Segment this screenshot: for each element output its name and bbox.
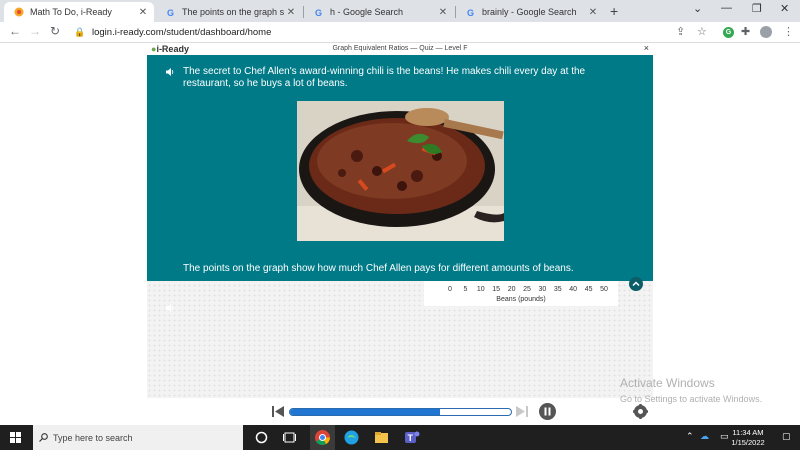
x-tick-label: 15 — [492, 286, 501, 293]
reload-icon[interactable]: ↻ — [50, 24, 60, 38]
x-tick-label: 0 — [448, 286, 452, 293]
progress-bar — [289, 408, 512, 416]
grammarly-extension-icon[interactable]: G — [723, 27, 734, 38]
google-icon: G — [167, 8, 174, 17]
tab-title: Math To Do, i-Ready — [30, 7, 112, 17]
quiz-close-button[interactable]: × — [644, 43, 649, 53]
x-tick-label: 35 — [553, 286, 562, 293]
windows-taskbar: Type here to search T ⌃ ☁ ▭ 11:34 AM 1/1… — [0, 425, 800, 450]
clock-date: 1/15/2022 — [731, 438, 765, 447]
tab-search-icon[interactable]: ⌄ — [693, 2, 702, 15]
browser-tab-strip: Math To Do, i-Ready ✕ G The points on th… — [0, 0, 800, 22]
close-icon[interactable]: ✕ — [436, 7, 450, 18]
chevron-up-icon[interactable] — [629, 277, 643, 291]
url-text: login.i-ready.com/student/dashboard/home — [92, 27, 272, 38]
extensions-icon[interactable]: ✚ — [741, 25, 750, 38]
chrome-icon[interactable] — [314, 429, 331, 446]
tab-title: The points on the graph show th — [182, 7, 284, 17]
close-icon[interactable]: ✕ — [284, 7, 298, 18]
search-placeholder: Type here to search — [53, 432, 133, 443]
x-tick-label: 30 — [538, 286, 547, 293]
x-tick-label: 10 — [476, 286, 485, 293]
x-tick-label: 50 — [600, 286, 608, 293]
speaker-icon[interactable] — [165, 67, 175, 77]
google-icon: G — [315, 8, 322, 17]
tab-google-search-3[interactable]: G brainly - Google Search ✕ — [456, 2, 604, 22]
pause-icon[interactable] — [539, 403, 556, 420]
close-icon[interactable]: ✕ — [136, 7, 150, 18]
svg-text:T: T — [408, 433, 414, 443]
close-window-icon[interactable]: ✕ — [780, 2, 789, 15]
player-controls — [147, 398, 653, 425]
question-text: The points on the graph show how much Ch… — [183, 263, 574, 274]
bookmark-star-icon[interactable]: ☆ — [697, 25, 707, 38]
task-view-icon[interactable] — [281, 429, 298, 446]
x-tick-label: 20 — [507, 286, 516, 293]
quiz-header: ●i-Ready Graph Equivalent Ratios — Quiz … — [147, 43, 653, 55]
search-icon — [39, 433, 48, 442]
new-tab-button[interactable]: + — [610, 3, 618, 19]
restore-icon[interactable]: ❐ — [752, 2, 762, 15]
notification-icon[interactable]: ▢ — [782, 431, 791, 442]
tab-title: h - Google Search — [330, 7, 404, 17]
settings-gear-icon[interactable] — [633, 404, 648, 419]
tab-google-search-2[interactable]: G h - Google Search ✕ — [304, 2, 454, 22]
iready-quiz-frame: ●i-Ready Graph Equivalent Ratios — Quiz … — [147, 43, 653, 425]
minimize-icon[interactable]: — — [721, 2, 732, 14]
system-clock[interactable]: 11:34 AM 1/15/2022 — [718, 428, 778, 448]
google-icon: G — [467, 8, 474, 17]
close-icon[interactable]: ✕ — [586, 7, 600, 18]
intro-text: The secret to Chef Allen's award-winning… — [183, 66, 586, 89]
x-tick-label: 5 — [463, 286, 468, 293]
file-explorer-icon[interactable] — [373, 429, 390, 446]
forward-icon[interactable]: → — [29, 24, 41, 38]
tab-iready[interactable]: Math To Do, i-Ready ✕ — [4, 2, 154, 22]
svg-text:G: G — [315, 8, 322, 17]
skip-back-icon[interactable] — [272, 406, 284, 417]
svg-text:G: G — [467, 8, 474, 17]
tab-title: brainly - Google Search — [482, 7, 577, 17]
activate-windows-title: Activate Windows — [620, 376, 715, 390]
progress-fill — [290, 409, 441, 415]
page-content: ●i-Ready Graph Equivalent Ratios — Quiz … — [0, 43, 800, 425]
chili-photo — [297, 101, 504, 241]
question-panel: The secret to Chef Allen's award-winning… — [147, 55, 653, 312]
x-tick-label: 40 — [569, 286, 578, 293]
cortana-icon[interactable] — [253, 429, 270, 446]
browser-toolbar: ← → ↻ 🔒 login.i-ready.com/student/dashbo… — [0, 22, 800, 43]
svg-text:G: G — [167, 8, 174, 17]
lock-icon: 🔒 — [74, 27, 86, 37]
graph-card: 0 5 10 15 20 25 30 35 40 45 50 Beans (pounds) — [424, 281, 618, 306]
profile-avatar[interactable] — [760, 26, 772, 38]
activate-windows-subtitle: Go to Settings to activate Windows. — [620, 394, 763, 404]
tab-google-search-1[interactable]: G The points on the graph show th ✕ — [156, 2, 302, 22]
menu-icon[interactable]: ⋮ — [783, 25, 794, 38]
share-icon[interactable]: ⇪ — [676, 25, 685, 38]
taskbar-search-input[interactable]: Type here to search — [33, 425, 243, 450]
clock-time: 11:34 AM — [732, 428, 764, 437]
x-tick-label: 25 — [523, 286, 531, 293]
back-icon[interactable]: ← — [9, 24, 21, 38]
quiz-title: Graph Equivalent Ratios — Quiz — Level F — [332, 45, 468, 52]
x-axis-label: Beans (pounds) — [496, 296, 546, 303]
address-bar[interactable]: 🔒 login.i-ready.com/student/dashboard/ho… — [74, 24, 674, 41]
onedrive-icon[interactable]: ☁ — [700, 431, 709, 442]
iready-icon — [14, 7, 24, 17]
chevron-up-icon[interactable]: ⌃ — [686, 431, 694, 442]
edge-icon[interactable] — [343, 429, 360, 446]
speaker-icon[interactable] — [165, 303, 175, 313]
windows-start-icon[interactable] — [10, 432, 21, 443]
teams-icon[interactable]: T — [403, 429, 420, 446]
x-tick-label: 45 — [584, 286, 593, 293]
skip-forward-icon[interactable] — [516, 406, 528, 417]
